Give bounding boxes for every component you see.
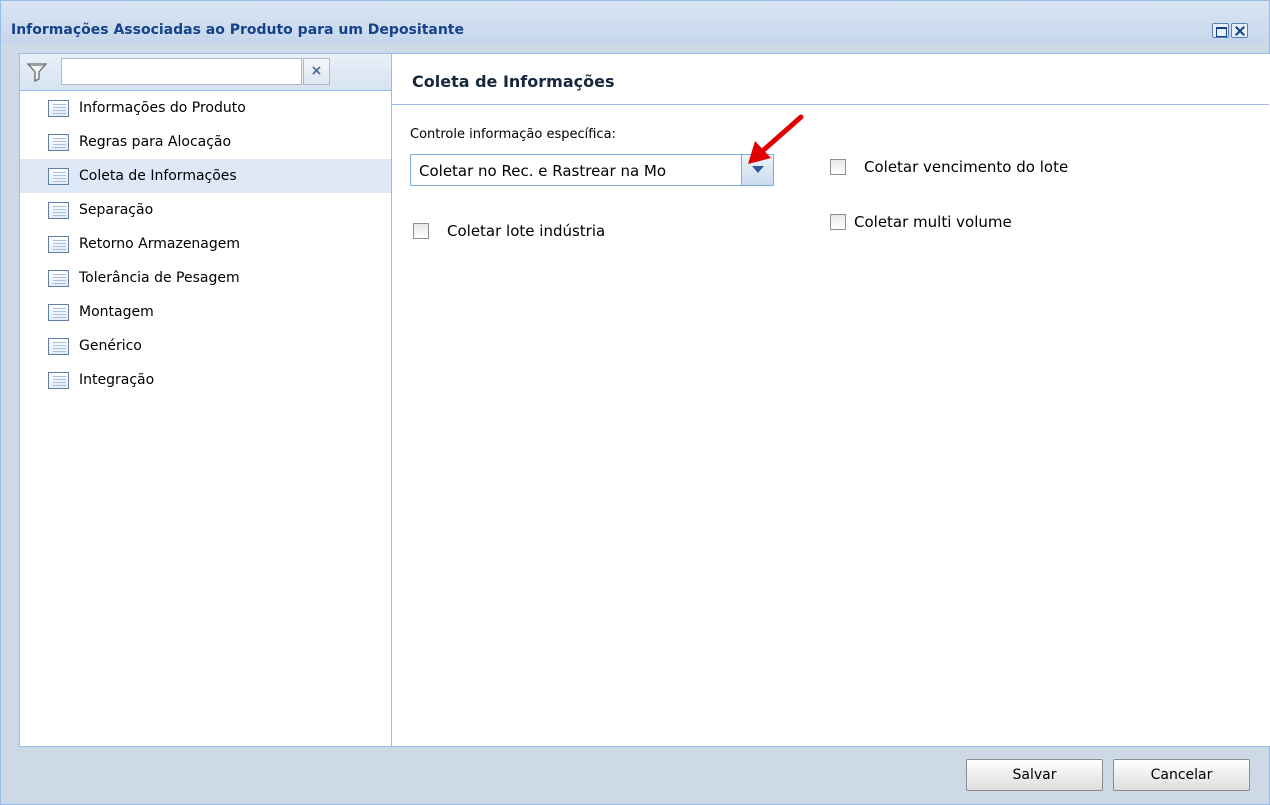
content-panel: Coleta de Informações Controle informaçã… <box>392 53 1270 747</box>
list-icon <box>48 303 69 321</box>
sections-panel: × Informações do Produto Regras para Alo… <box>19 53 392 747</box>
save-button[interactable]: Salvar <box>966 759 1103 791</box>
controle-informacao-label: Controle informação específica: <box>410 127 616 142</box>
panel-header: Coleta de Informações <box>392 54 1269 105</box>
nav-item-generico[interactable]: Genérico <box>20 329 391 363</box>
nav-item-label: Tolerância de Pesagem <box>79 270 240 286</box>
nav-item-label: Separação <box>79 202 154 218</box>
nav-item-label: Retorno Armazenagem <box>79 236 241 252</box>
list-icon <box>48 99 69 117</box>
coletar-vencimento-lote-checkbox[interactable] <box>830 159 846 175</box>
checkbox-label: Coletar vencimento do lote <box>864 158 1069 176</box>
checkbox-label: Coletar lote indústria <box>447 222 606 240</box>
close-icon[interactable] <box>1231 23 1248 38</box>
dialog-window: Informações Associadas ao Produto para u… <box>0 0 1270 805</box>
nav-item-separacao[interactable]: Separação <box>20 193 391 227</box>
nav-item-label: Informações do Produto <box>79 100 246 116</box>
coletar-vencimento-lote-option[interactable]: Coletar vencimento do lote <box>830 158 1068 176</box>
list-icon <box>48 167 69 185</box>
list-icon <box>48 371 69 389</box>
nav-item-label: Montagem <box>79 304 154 320</box>
list-icon <box>48 235 69 253</box>
list-icon <box>48 337 69 355</box>
list-icon <box>48 133 69 151</box>
list-icon <box>48 269 69 287</box>
clear-filter-button[interactable]: × <box>303 58 330 85</box>
filter-input[interactable] <box>61 58 302 85</box>
filter-bar: × <box>20 54 391 91</box>
nav-item-tolerancia-pesagem[interactable]: Tolerância de Pesagem <box>20 261 391 295</box>
nav-item-regras-alocacao[interactable]: Regras para Alocação <box>20 125 391 159</box>
window-title: Informações Associadas ao Produto para u… <box>11 22 464 38</box>
coletar-multi-volume-option[interactable]: Coletar multi volume <box>830 213 1012 231</box>
nav-item-montagem[interactable]: Montagem <box>20 295 391 329</box>
nav-item-informacoes-produto[interactable]: Informações do Produto <box>20 91 391 125</box>
section-list: Informações do Produto Regras para Aloca… <box>20 91 391 397</box>
coletar-lote-industria-option[interactable]: Coletar lote indústria <box>413 222 605 240</box>
coletar-lote-industria-checkbox[interactable] <box>413 223 429 239</box>
checkbox-label: Coletar multi volume <box>854 213 1012 231</box>
nav-item-label: Regras para Alocação <box>79 134 232 150</box>
funnel-icon[interactable] <box>27 62 47 82</box>
maximize-icon[interactable] <box>1212 23 1229 38</box>
cancel-button[interactable]: Cancelar <box>1113 759 1250 791</box>
red-arrow-icon <box>748 114 804 164</box>
controle-informacao-combo[interactable]: Coletar no Rec. e Rastrear na Mo <box>410 154 774 186</box>
title-bar[interactable]: Informações Associadas ao Produto para u… <box>1 1 1269 43</box>
nav-item-coleta-informacoes[interactable]: Coleta de Informações <box>20 159 391 193</box>
combo-value[interactable]: Coletar no Rec. e Rastrear na Mo <box>419 162 737 182</box>
nav-item-integracao[interactable]: Integração <box>20 363 391 397</box>
panel-title: Coleta de Informações <box>412 72 615 91</box>
nav-item-label: Integração <box>79 372 155 388</box>
nav-item-label: Coleta de Informações <box>79 168 237 184</box>
nav-item-label: Genérico <box>79 338 142 354</box>
nav-item-retorno-armazenagem[interactable]: Retorno Armazenagem <box>20 227 391 261</box>
list-icon <box>48 201 69 219</box>
coletar-multi-volume-checkbox[interactable] <box>830 214 846 230</box>
